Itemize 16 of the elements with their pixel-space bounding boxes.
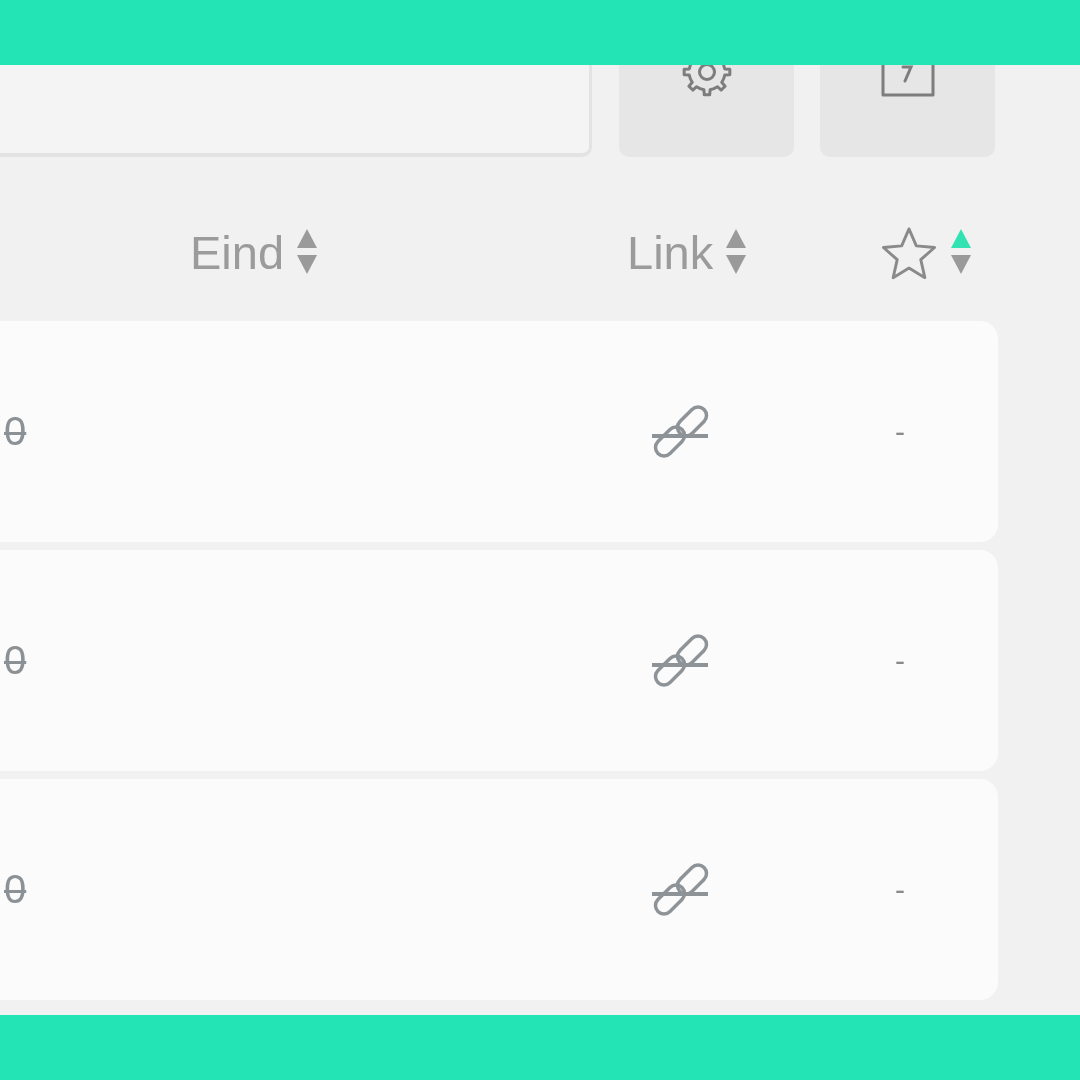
- input-field[interactable]: [0, 65, 592, 157]
- column-header[interactable]: Eind: [190, 224, 319, 280]
- star-icon: [880, 226, 938, 282]
- table-cell-text: 0: [3, 409, 27, 454]
- toolbar-button[interactable]: [619, 65, 794, 157]
- table-cell-text: 0: [3, 867, 27, 912]
- column-header[interactable]: Link: [627, 224, 748, 280]
- link-icon[interactable]: [651, 861, 709, 918]
- table-cell-text: -: [894, 872, 905, 907]
- table-cell-text: -: [894, 643, 905, 678]
- link-icon[interactable]: [651, 403, 709, 460]
- link-icon[interactable]: [651, 632, 709, 689]
- table-cell-text: -: [894, 414, 905, 449]
- square-icon: [880, 65, 935, 97]
- toolbar-button[interactable]: [820, 65, 995, 157]
- table-cell-text: 0: [3, 638, 27, 683]
